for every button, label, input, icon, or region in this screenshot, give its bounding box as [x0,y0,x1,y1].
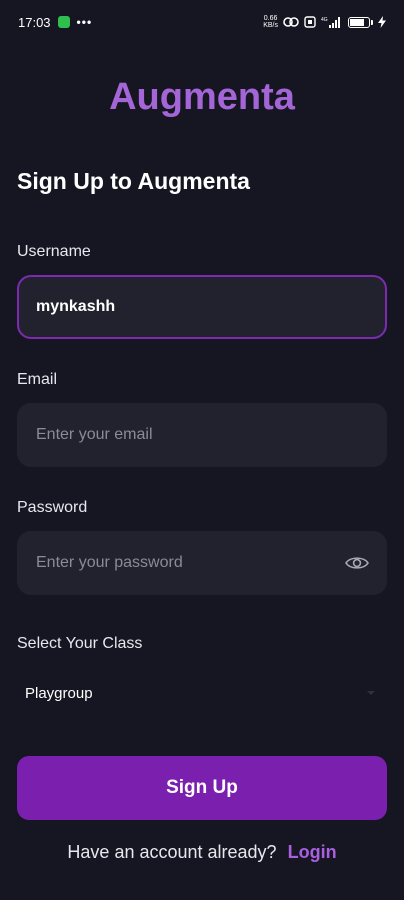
password-field[interactable] [17,531,387,595]
network-type-text: 4G [321,17,328,23]
email-input[interactable] [19,405,385,465]
login-prompt: Have an account already? Login [0,842,404,863]
class-select-label: Select Your Class [17,635,143,652]
status-bar-right: 0.66 KB/s 4G [263,15,386,29]
username-label: Username [17,243,91,260]
link-icon [283,16,299,28]
class-select[interactable]: Playgroup [17,668,387,718]
battery-level [350,18,364,26]
more-notifications-icon: ••• [76,15,93,29]
page-title: Sign Up to Augmenta [17,168,250,194]
login-link[interactable]: Login [288,842,337,862]
status-bar: 17:03 ••• 0.66 KB/s 4G [0,0,404,44]
sim-icon [304,16,316,28]
username-field[interactable] [17,275,387,339]
battery-icon [348,16,373,28]
username-input[interactable] [19,277,385,337]
eye-icon [345,557,369,569]
email-field[interactable] [17,403,387,467]
class-select-value: Playgroup [25,684,93,702]
network-speed: 0.66 KB/s [263,15,278,29]
status-bar-left: 17:03 ••• [18,15,92,30]
signup-button[interactable]: Sign Up [17,756,387,820]
app-logo: Augmenta [109,76,295,118]
signal-icon: 4G [321,16,343,28]
chat-icon [57,16,70,28]
password-input[interactable] [19,533,337,593]
status-time: 17:03 [18,14,51,30]
toggle-password-visibility-button[interactable] [337,543,377,583]
network-speed-unit: KB/s [263,22,278,29]
chevron-down-icon [367,691,375,695]
charging-icon [378,16,386,28]
network-speed-value: 0.66 [263,15,278,22]
email-label: Email [17,371,58,388]
login-prompt-text: Have an account already? [67,842,277,862]
password-label: Password [17,499,88,516]
